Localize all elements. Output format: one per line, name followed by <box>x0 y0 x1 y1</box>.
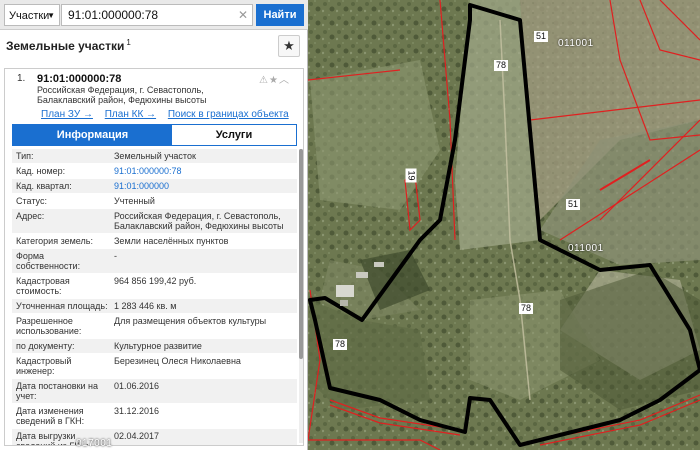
result-index: 1. <box>17 73 26 84</box>
map-label-19: 19 <box>405 168 417 183</box>
collapse-icon[interactable]: ︿ <box>279 75 290 86</box>
prop-value-link[interactable]: 91:01:000000:78 <box>112 164 297 178</box>
map-label-quarter-mid: 011001 <box>568 243 604 254</box>
table-row: Дата изменения сведений в ГКН: 31.12.2016 <box>12 404 297 429</box>
prop-value: 31.12.2016 <box>114 406 160 416</box>
result-card: 1. 91:01:000000:78 Российская Федерация,… <box>4 68 304 446</box>
panel-header: Земельные участки 1 ★ <box>0 30 308 64</box>
result-count: 1 <box>126 38 131 47</box>
panel-title: Земельные участки 1 <box>6 38 131 53</box>
prop-key: Статус: <box>16 196 47 206</box>
table-row: по документу: Культурное развитие <box>12 339 297 354</box>
card-actions: ⚠★︿ <box>259 71 290 86</box>
prop-value: Культурное развитие <box>114 341 202 351</box>
prop-key: по документу: <box>16 341 75 351</box>
tab-information[interactable]: Информация <box>13 125 172 145</box>
scrollbar[interactable] <box>299 149 303 443</box>
table-row: Тип: Земельный участок <box>12 149 297 164</box>
prop-value: Земельный участок <box>114 151 196 161</box>
prop-value: 964 856 199,42 руб. <box>114 276 197 286</box>
prop-key: Тип: <box>16 151 34 161</box>
prop-value: 01.06.2016 <box>114 381 160 391</box>
prop-key: Адрес: <box>16 211 45 221</box>
prop-value-link[interactable]: 91:01:000000 <box>112 179 297 193</box>
prop-value: - <box>114 251 117 261</box>
search-type-label: Участки <box>9 10 50 22</box>
favorite-button[interactable]: ★ <box>278 35 300 57</box>
table-row: Кадастровый инженер: Березинец Олеся Нико… <box>12 354 297 379</box>
map-label-78-mid: 78 <box>519 303 534 314</box>
table-row: Дата выгрузки сведений из ГКН: 02.04.2017 <box>12 429 297 445</box>
prop-key: Уточненная площадь: <box>16 301 108 311</box>
star-icon: ★ <box>283 38 295 53</box>
find-button[interactable]: Найти <box>256 4 304 26</box>
result-cadastral-number[interactable]: 91:01:000000:78 <box>37 73 121 85</box>
table-row: Кадастровая стоимость: 964 856 199,42 руб… <box>12 274 297 299</box>
prop-key: Форма собственности: <box>16 251 81 271</box>
prop-key: Кад. квартал: <box>16 181 72 191</box>
table-row: Кад. номер: 91:01:000000:78 <box>12 164 297 179</box>
panel-title-text: Земельные участки <box>6 39 125 53</box>
prop-key: Категория земель: <box>16 236 93 246</box>
prop-value: Для размещения объектов культуры <box>114 316 267 326</box>
chevron-down-icon: ▼ <box>47 11 55 20</box>
prop-key: Кадастровая стоимость: <box>16 276 70 296</box>
table-row: Уточненная площадь: 1 283 446 кв. м <box>12 299 297 314</box>
star-icon[interactable]: ★ <box>269 75 279 86</box>
map-label-quarter-bottom: 017001 <box>76 438 113 449</box>
prop-key: Кадастровый инженер: <box>16 356 72 376</box>
prop-key: Дата изменения сведений в ГКН: <box>16 406 85 426</box>
plan-zu-link[interactable]: План ЗУ → <box>41 109 93 120</box>
search-input[interactable] <box>61 4 253 26</box>
map-label-quarter-top: 011001 <box>558 38 594 49</box>
prop-value: Березинец Олеся Николаевна <box>114 356 241 366</box>
info-panel: Участки ▼ ✕ Найти Земельные участки1 ★ 1… <box>0 0 308 450</box>
prop-value: Земли населённых пунктов <box>114 236 229 246</box>
search-type-dropdown[interactable]: Участки ▼ <box>4 4 60 26</box>
tab-services[interactable]: Услуги <box>172 125 296 145</box>
prop-value: 02.04.2017 <box>114 431 160 441</box>
prop-value: 1 283 446 кв. м <box>114 301 177 311</box>
table-row: Категория земель: Земли населённых пункто… <box>12 234 297 249</box>
map-label-51-mid: 51 <box>566 199 581 210</box>
table-row: Адрес: Российская Федерация, г. Севастопо… <box>12 209 297 234</box>
plan-kk-link[interactable]: План КК → <box>105 109 156 120</box>
search-bar: Участки ▼ ✕ Найти <box>0 0 308 30</box>
property-table: Тип: Земельный участок Кад. номер: 91:01:0… <box>12 149 297 445</box>
tab-bar: Информация Услуги <box>12 124 297 146</box>
result-address: Российская Федерация, г. Севастополь, Ба… <box>37 85 207 105</box>
prop-value: Учтенный <box>114 196 155 206</box>
prop-key: Разрешенное использование: <box>16 316 82 336</box>
table-row: Кад. квартал: 91:01:000000 <box>12 179 297 194</box>
close-icon[interactable]: ✕ <box>238 8 248 22</box>
map-label-51-top: 51 <box>534 31 549 42</box>
table-row: Дата постановки на учет: 01.06.2016 <box>12 379 297 404</box>
prop-value: Российская Федерация, г. Севастополь, Ба… <box>114 211 284 231</box>
warning-icon[interactable]: ⚠ <box>259 75 269 86</box>
prop-key: Дата постановки на учет: <box>16 381 99 401</box>
prop-key: Кад. номер: <box>16 166 66 176</box>
table-row: Статус: Учтенный <box>12 194 297 209</box>
scrollbar-thumb[interactable] <box>299 149 303 359</box>
table-row: Форма собственности: - <box>12 249 297 274</box>
table-row: Разрешенное использование: Для размещения… <box>12 314 297 339</box>
map-label-78-left: 78 <box>333 339 348 350</box>
map-label-78-top: 78 <box>494 60 509 71</box>
